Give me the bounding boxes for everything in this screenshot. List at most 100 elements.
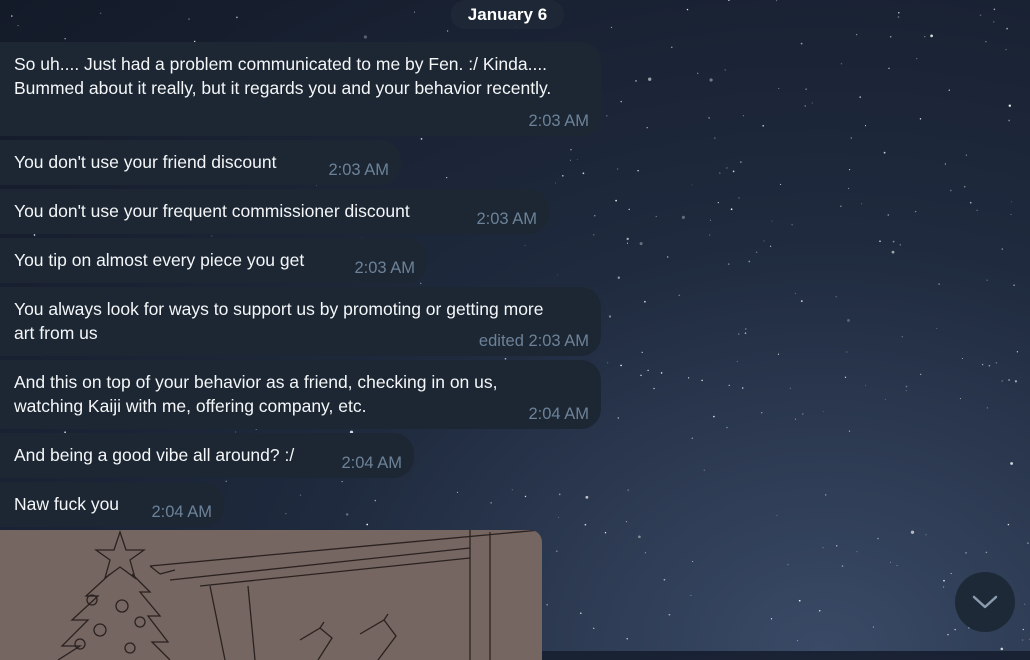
star	[625, 521, 628, 523]
message-time: 2:03 AM	[476, 210, 537, 228]
message-text: You don't use your frequent commissioner…	[14, 201, 410, 221]
star	[897, 16, 900, 18]
star	[860, 203, 863, 205]
star	[555, 550, 558, 553]
star	[848, 168, 851, 171]
star	[801, 413, 804, 415]
star	[732, 170, 735, 173]
star	[620, 100, 622, 103]
star	[546, 604, 548, 606]
star	[985, 41, 987, 43]
star	[943, 586, 945, 588]
star	[910, 530, 915, 534]
star	[708, 117, 710, 119]
message-bubble[interactable]: And this on top of your behavior as a fr…	[0, 360, 601, 429]
star	[887, 214, 889, 216]
star	[938, 283, 940, 285]
star	[691, 437, 694, 439]
star	[963, 185, 966, 188]
star	[617, 417, 620, 419]
star	[884, 399, 886, 401]
star	[617, 168, 619, 170]
star	[789, 387, 791, 389]
star	[836, 545, 838, 547]
star	[787, 563, 789, 566]
star	[986, 407, 988, 409]
star	[818, 610, 821, 612]
star	[856, 34, 858, 36]
message-bubble[interactable]: You always look for ways to support us b…	[0, 287, 601, 356]
message-bubble[interactable]: You tip on almost every piece you get 2:…	[0, 238, 427, 283]
star	[17, 25, 19, 27]
star	[671, 46, 673, 48]
star	[776, 0, 778, 2]
star	[655, 216, 657, 218]
message-time: 2:04 AM	[151, 503, 212, 521]
star	[730, 208, 733, 211]
star	[899, 244, 901, 246]
star	[771, 220, 773, 222]
star	[859, 96, 861, 98]
star	[1001, 380, 1004, 382]
star	[692, 561, 694, 563]
star	[524, 244, 526, 246]
star	[920, 373, 922, 375]
star	[576, 158, 578, 160]
star	[615, 199, 617, 202]
star	[446, 177, 448, 179]
message-text: And being a good vibe all around? :/	[14, 445, 295, 465]
star	[374, 499, 377, 502]
star	[846, 351, 848, 353]
star	[776, 515, 778, 517]
message-bubble[interactable]: Naw fuck you 2:04 AM	[0, 482, 224, 527]
star	[822, 411, 824, 412]
scroll-down-button[interactable]	[955, 572, 1015, 632]
star	[604, 531, 607, 534]
message-bubble[interactable]: And being a good vibe all around? :/ 2:0…	[0, 433, 414, 478]
star	[558, 517, 559, 518]
photo-attachment[interactable]	[0, 530, 542, 660]
star	[981, 363, 984, 366]
star	[691, 184, 693, 186]
star	[916, 58, 918, 60]
star	[1008, 379, 1010, 381]
message-bubble[interactable]: So uh.... Just had a problem communicate…	[0, 42, 601, 136]
star	[225, 480, 227, 483]
star	[879, 240, 881, 242]
star	[762, 124, 765, 127]
star	[341, 481, 343, 483]
message-time: 2:04 AM	[528, 405, 589, 423]
star	[686, 8, 689, 11]
star	[798, 599, 801, 602]
star	[795, 418, 797, 420]
star	[1016, 351, 1019, 353]
star	[709, 219, 712, 221]
star	[930, 34, 933, 38]
star	[11, 15, 13, 17]
star	[1010, 462, 1013, 465]
star	[620, 364, 622, 367]
star	[993, 8, 996, 11]
star	[713, 137, 716, 139]
star	[593, 234, 595, 236]
star	[889, 35, 892, 38]
message-time: 2:03 AM	[354, 259, 415, 277]
star	[965, 552, 967, 554]
star	[1000, 647, 1004, 651]
message-time: 2:04 AM	[341, 454, 402, 472]
star	[726, 167, 728, 169]
star	[741, 387, 744, 389]
message-bubble[interactable]: You don't use your friend discount 2:03 …	[0, 140, 401, 185]
star	[841, 565, 844, 567]
star	[738, 197, 740, 199]
star	[755, 251, 758, 253]
star	[1013, 284, 1015, 287]
star	[959, 398, 961, 400]
star	[511, 489, 513, 491]
star	[593, 627, 595, 629]
message-bubble[interactable]: You don't use your frequent commissioner…	[0, 189, 549, 234]
star	[569, 159, 571, 161]
star	[976, 209, 978, 211]
star	[780, 183, 782, 185]
star	[717, 202, 719, 204]
